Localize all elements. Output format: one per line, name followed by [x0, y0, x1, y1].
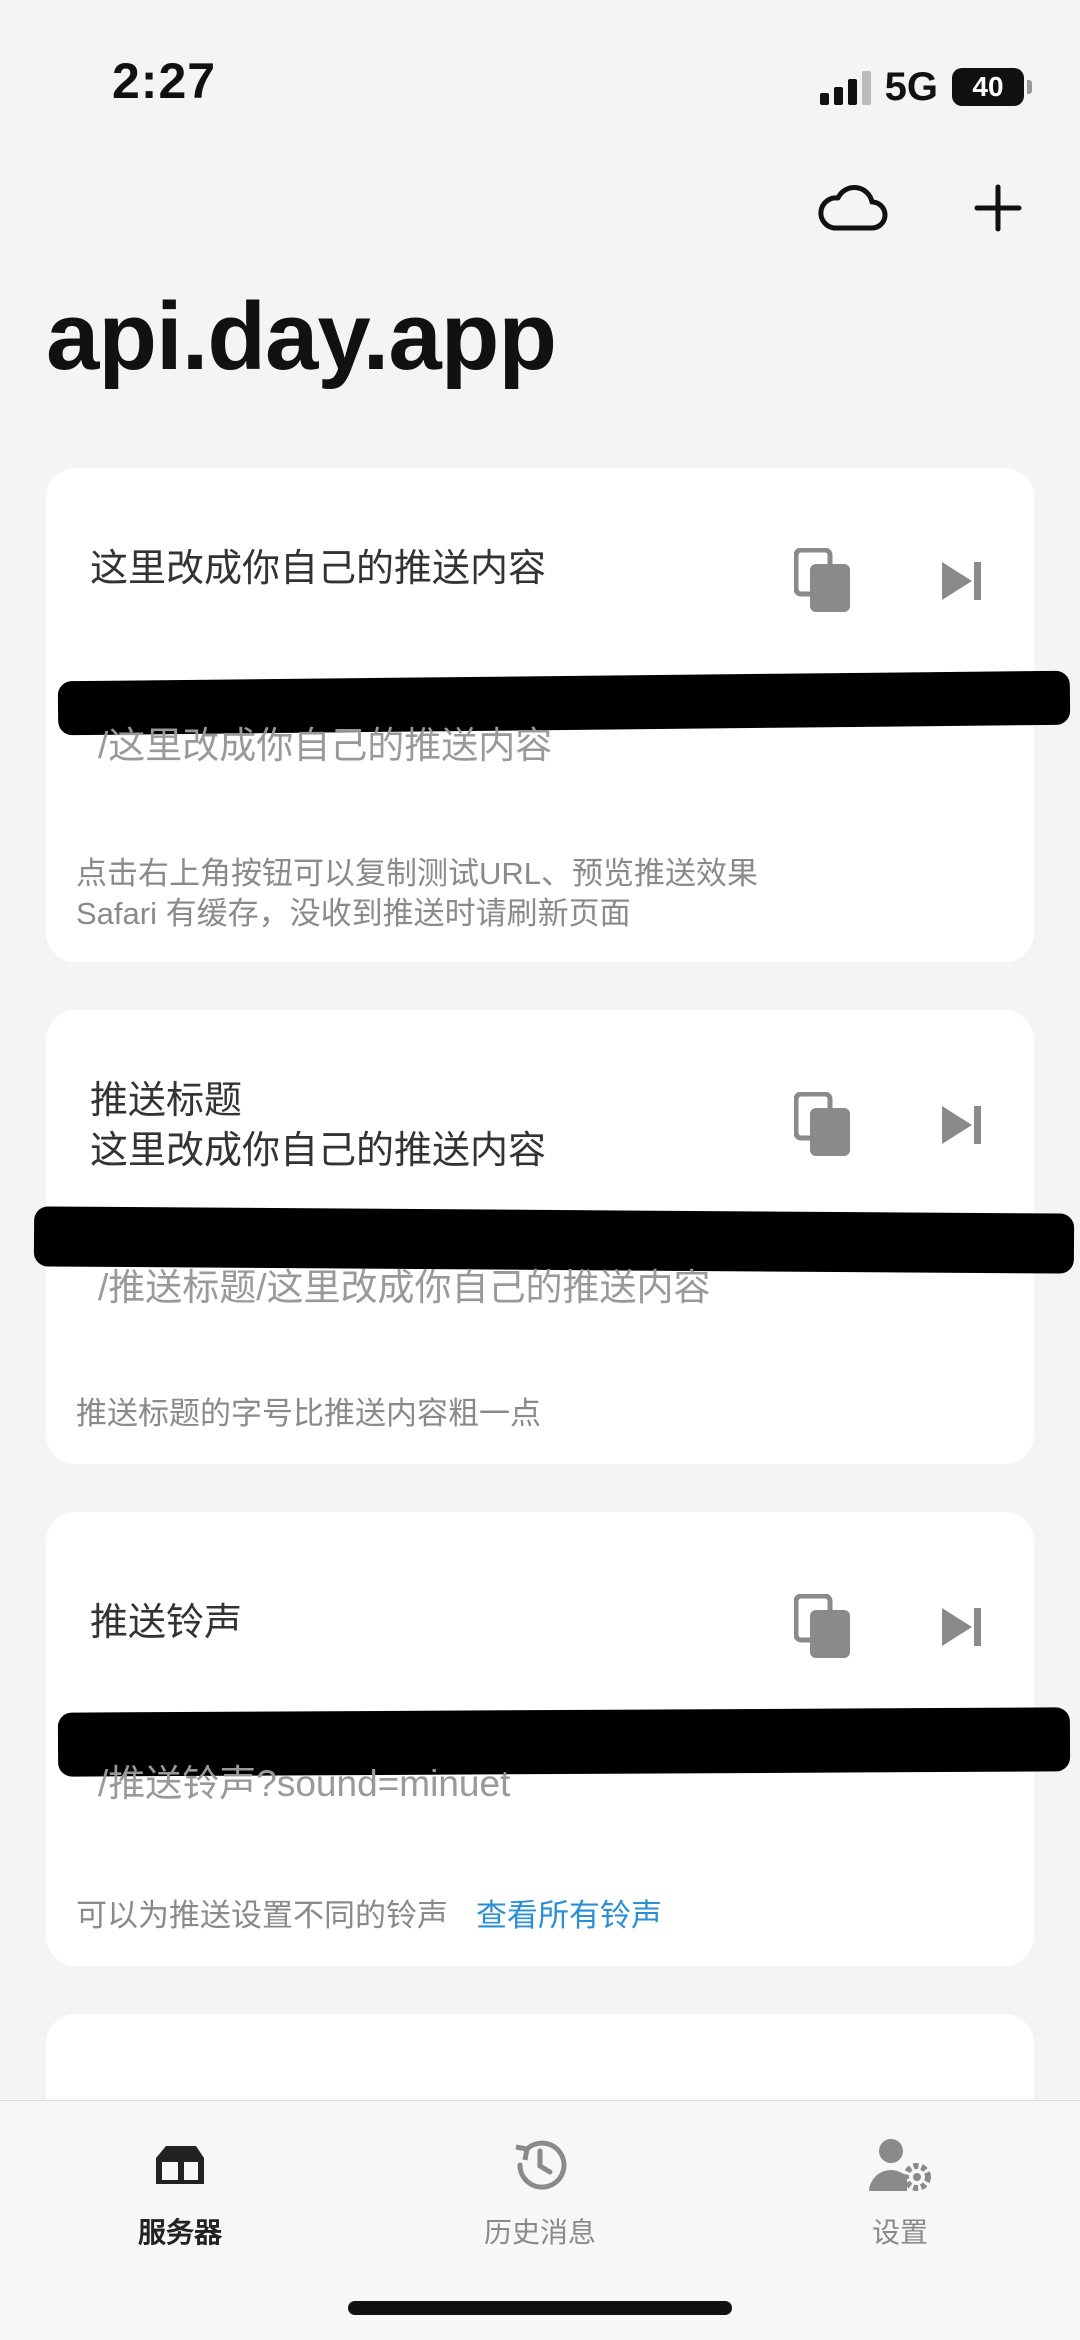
battery-level: 40	[972, 71, 1004, 102]
page-title: api.day.app	[46, 283, 557, 390]
push-url[interactable]: /推送标题/这里改成你自己的推送内容	[33, 1206, 1075, 1310]
copy-button[interactable]	[793, 547, 854, 619]
push-title-card: 推送标题 这里改成你自己的推送内容 /推送标题/这里改成你自己的推送内容 推送标…	[33, 1010, 1075, 1464]
status-time: 2:27	[112, 53, 217, 109]
history-icon	[515, 2140, 567, 2190]
push-url-text: /推送标题/这里改成你自己的推送内容	[98, 1267, 711, 1308]
tab-server[interactable]: 服务器	[60, 2125, 300, 2251]
status-bar: 2:27 5G 40	[0, 0, 1080, 170]
skip-forward-icon	[942, 1106, 981, 1144]
card-heading: 推送铃声	[90, 1602, 243, 1644]
card-note: 点击右上角按钮可以复制测试URL、预览推送效果 Safari 有缓存，没收到推送…	[76, 854, 994, 934]
card-note-line: 推送标题的字号比推送内容粗一点	[76, 1396, 541, 1431]
copy-icon	[793, 1593, 850, 1658]
cloud-icon	[818, 185, 888, 231]
card-note-line: 点击右上角按钮可以复制测试URL、预览推送效果	[76, 856, 759, 891]
status-indicators: 5G 40	[819, 62, 1032, 112]
push-url[interactable]: /这里改成你自己的推送内容	[57, 668, 1071, 768]
battery-icon: 40	[952, 68, 1032, 106]
push-example-card: 这里改成你自己的推送内容 /这里改成你自己的推送内容 点击右上角按钮可以复制测试…	[46, 468, 1071, 962]
server-icon	[156, 2146, 204, 2184]
network-type: 5G	[884, 64, 938, 109]
nav-actions	[814, 170, 1036, 246]
copy-button[interactable]	[793, 1091, 854, 1163]
add-server-button[interactable]	[960, 170, 1036, 246]
card-actions	[793, 1593, 984, 1665]
push-url[interactable]: /推送铃声?sound=minuet	[57, 1702, 1071, 1804]
preview-button[interactable]	[940, 1604, 984, 1655]
tab-settings[interactable]: 设置	[780, 2125, 1020, 2251]
copy-button[interactable]	[793, 1593, 854, 1665]
tab-label: 历史消息	[483, 2217, 596, 2248]
skip-forward-icon	[942, 1608, 981, 1646]
tab-label: 设置	[871, 2217, 928, 2248]
card-note-line: Safari 有缓存，没收到推送时请刷新页面	[76, 896, 631, 931]
push-url-text: /这里改成你自己的推送内容	[98, 725, 553, 766]
tab-history[interactable]: 历史消息	[420, 2125, 660, 2251]
card-actions	[793, 547, 984, 619]
home-indicator	[348, 2301, 732, 2315]
push-url-text: /推送铃声?sound=minuet	[98, 1763, 511, 1804]
view-all-sounds-link[interactable]: 查看所有铃声	[476, 1898, 662, 1933]
settings-icon	[869, 2139, 931, 2191]
tab-label: 服务器	[137, 2217, 222, 2248]
card-note: 可以为推送设置不同的铃声 查看所有铃声	[76, 1896, 994, 1936]
preview-button[interactable]	[940, 558, 984, 609]
card-actions	[793, 1091, 984, 1163]
preview-button[interactable]	[940, 1102, 984, 1153]
cellular-signal-icon	[819, 69, 871, 105]
card-heading: 这里改成你自己的推送内容	[90, 548, 547, 590]
card-note: 推送标题的字号比推送内容粗一点	[76, 1394, 994, 1434]
cloud-button[interactable]	[814, 170, 890, 246]
push-sound-card: 推送铃声 /推送铃声?sound=minuet 可以为推送设置不同的铃声 查看所有…	[46, 1512, 1071, 1966]
copy-icon	[793, 1091, 850, 1156]
card-heading: 推送标题 这里改成你自己的推送内容	[90, 1080, 547, 1172]
card-note-line: 可以为推送设置不同的铃声	[76, 1898, 448, 1933]
copy-icon	[793, 547, 850, 612]
plus-icon	[974, 184, 1022, 232]
skip-forward-icon	[942, 562, 981, 600]
tab-bar: 服务器 历史消息 设置	[0, 2100, 1080, 2340]
